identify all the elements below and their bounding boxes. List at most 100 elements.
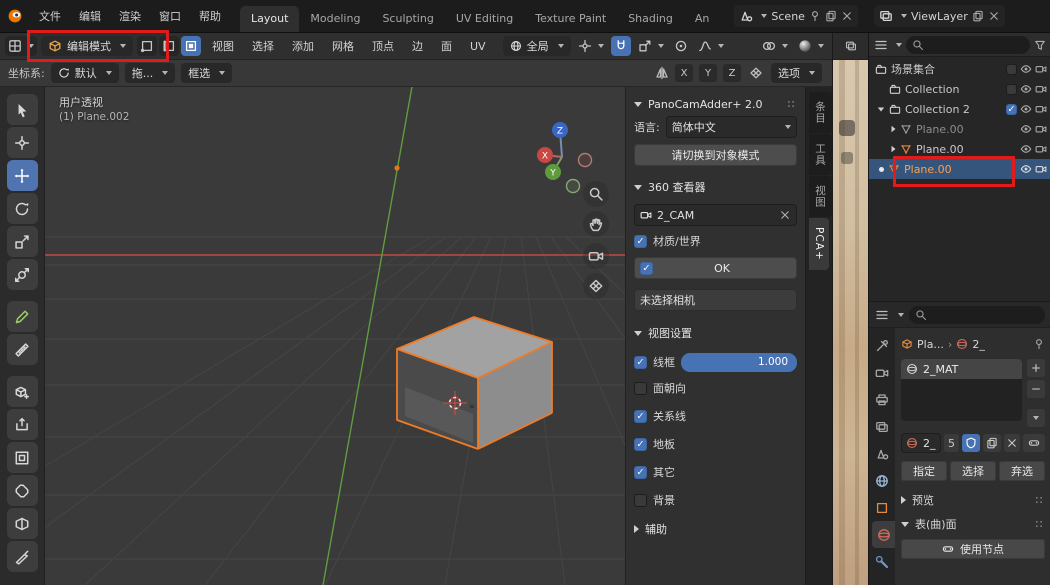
- tab-modeling[interactable]: Modeling: [299, 6, 371, 32]
- preview-section-header[interactable]: 预览: [901, 489, 1045, 511]
- snap-toggle-button[interactable]: [611, 36, 631, 56]
- tool-cursor[interactable]: [7, 127, 38, 158]
- pin-icon[interactable]: [809, 10, 821, 22]
- eye-icon[interactable]: [1020, 63, 1032, 75]
- menu-select[interactable]: 选择: [245, 38, 281, 54]
- tool-move[interactable]: [7, 160, 38, 191]
- close-icon[interactable]: [841, 10, 853, 22]
- tab-animation[interactable]: An: [684, 6, 721, 32]
- pin-icon[interactable]: [1033, 338, 1045, 350]
- wireframe-checkbox[interactable]: [634, 356, 647, 369]
- deselect-button[interactable]: 弃选: [999, 461, 1045, 481]
- eye-icon[interactable]: [1020, 103, 1032, 115]
- relations-checkbox[interactable]: [634, 410, 647, 423]
- tab-sculpting[interactable]: Sculpting: [371, 6, 444, 32]
- tool-knife[interactable]: [7, 541, 38, 572]
- render-camera-icon[interactable]: [1035, 103, 1047, 115]
- gizmo-axis-y[interactable]: Y: [545, 164, 561, 180]
- expand-arrow-icon[interactable]: [892, 126, 896, 132]
- zoom-button[interactable]: [583, 181, 609, 207]
- tool-transform[interactable]: [7, 259, 38, 290]
- editor-type-button[interactable]: [5, 36, 37, 56]
- tab-scene-properties[interactable]: [869, 440, 895, 467]
- tool-scale[interactable]: [7, 226, 38, 257]
- expand-arrow-icon[interactable]: [878, 107, 884, 111]
- background-checkbox[interactable]: [634, 494, 647, 507]
- scene-selector[interactable]: Scene: [734, 5, 858, 27]
- edge-select-mode-button[interactable]: [159, 36, 179, 56]
- menu-edge[interactable]: 边: [405, 38, 430, 54]
- eye-icon[interactable]: [1020, 83, 1032, 95]
- breadcrumb-object[interactable]: Pla...: [917, 338, 944, 351]
- outliner-row-plane-selected[interactable]: Plane.00: [869, 159, 1050, 179]
- exclude-checkbox[interactable]: [1006, 84, 1017, 95]
- outliner-row-plane[interactable]: Plane.00: [869, 139, 1050, 159]
- exclude-checkbox[interactable]: [1006, 64, 1017, 75]
- material-world-row[interactable]: 材质/世界: [634, 229, 797, 253]
- material-world-checkbox[interactable]: [634, 235, 647, 248]
- gizmo-axis-y-neg[interactable]: [567, 180, 580, 193]
- tool-loop-cut[interactable]: [7, 508, 38, 539]
- menu-edit[interactable]: 编辑: [70, 0, 110, 32]
- fake-user-button[interactable]: [962, 434, 980, 452]
- menu-window[interactable]: 窗口: [150, 0, 190, 32]
- close-icon[interactable]: [988, 10, 1000, 22]
- select-mode-selector[interactable]: 框选: [181, 63, 232, 83]
- users-count-button[interactable]: 5: [944, 434, 960, 452]
- add-slot-button[interactable]: [1027, 359, 1045, 377]
- gizmo-axis-x[interactable]: X: [537, 147, 553, 163]
- exclude-checkbox[interactable]: [1006, 104, 1017, 115]
- mirror-z-button[interactable]: Z: [723, 64, 741, 82]
- image-editor-header[interactable]: [833, 33, 868, 60]
- mirror-x-button[interactable]: X: [675, 64, 693, 82]
- ok-toggle-button[interactable]: OK: [634, 257, 797, 279]
- language-selector[interactable]: 简体中文: [666, 116, 797, 138]
- snap-settings-button[interactable]: [635, 36, 667, 56]
- slot-specials-button[interactable]: [1027, 409, 1045, 427]
- viewlayer-selector[interactable]: ViewLayer: [874, 5, 1005, 27]
- aux-section-header[interactable]: 辅助: [634, 518, 797, 540]
- clear-x-icon[interactable]: [779, 209, 791, 221]
- view-settings-header[interactable]: 视图设置: [634, 322, 797, 344]
- tool-bevel[interactable]: [7, 475, 38, 506]
- tab-object-properties[interactable]: [869, 494, 895, 521]
- proportional-edit-button[interactable]: [671, 36, 691, 56]
- mode-selector[interactable]: 编辑模式: [41, 36, 133, 56]
- floor-checkbox[interactable]: [634, 438, 647, 451]
- tool-inset[interactable]: [7, 442, 38, 473]
- viewer-section-header[interactable]: 360 查看器: [634, 176, 797, 198]
- viewport-scene[interactable]: Z X Y: [45, 87, 625, 585]
- wireframe-slider[interactable]: 1.000: [681, 353, 797, 372]
- options-dropdown[interactable]: 选项: [771, 63, 822, 83]
- render-camera-icon[interactable]: [1035, 123, 1047, 135]
- use-nodes-button[interactable]: 使用节点: [901, 539, 1045, 559]
- unlink-material-button[interactable]: [1004, 434, 1020, 452]
- menu-uv[interactable]: UV: [463, 40, 493, 53]
- addon-panel-header[interactable]: PanoCamAdder+ 2.0: [634, 93, 797, 115]
- show-overlays-button[interactable]: [759, 36, 791, 56]
- outliner-row-collection2[interactable]: Collection 2: [869, 99, 1050, 119]
- outliner-search-input[interactable]: [906, 36, 1030, 54]
- npanel-tab-view[interactable]: 视图: [809, 176, 832, 217]
- ortho-perspective-button[interactable]: [583, 273, 609, 299]
- outliner-row-scene-collection[interactable]: 场景集合: [869, 59, 1050, 79]
- snap-grid-icon[interactable]: [749, 66, 763, 80]
- render-camera-icon[interactable]: [1035, 143, 1047, 155]
- viewport-canvas[interactable]: Z X Y 用户透视 (1) Plane.002: [45, 87, 625, 585]
- copy-icon[interactable]: [972, 10, 984, 22]
- tab-modifier-properties[interactable]: [869, 548, 895, 575]
- viewport-shading-button[interactable]: [795, 36, 827, 56]
- menu-add[interactable]: 添加: [285, 38, 321, 54]
- camera-view-button[interactable]: [583, 243, 609, 269]
- face-orient-checkbox[interactable]: [634, 382, 647, 395]
- tool-extrude[interactable]: [7, 409, 38, 440]
- proportional-falloff-button[interactable]: [695, 36, 727, 56]
- drag-action-selector[interactable]: 拖...: [125, 63, 176, 83]
- tab-uv-editing[interactable]: UV Editing: [445, 6, 524, 32]
- tab-render-properties[interactable]: [869, 359, 895, 386]
- tool-select-box[interactable]: [7, 94, 38, 125]
- select-button[interactable]: 选择: [950, 461, 996, 481]
- switch-object-mode-button[interactable]: 请切换到对象模式: [634, 144, 797, 166]
- menu-render[interactable]: 渲染: [110, 0, 150, 32]
- gizmo-axis-z[interactable]: Z: [552, 122, 568, 138]
